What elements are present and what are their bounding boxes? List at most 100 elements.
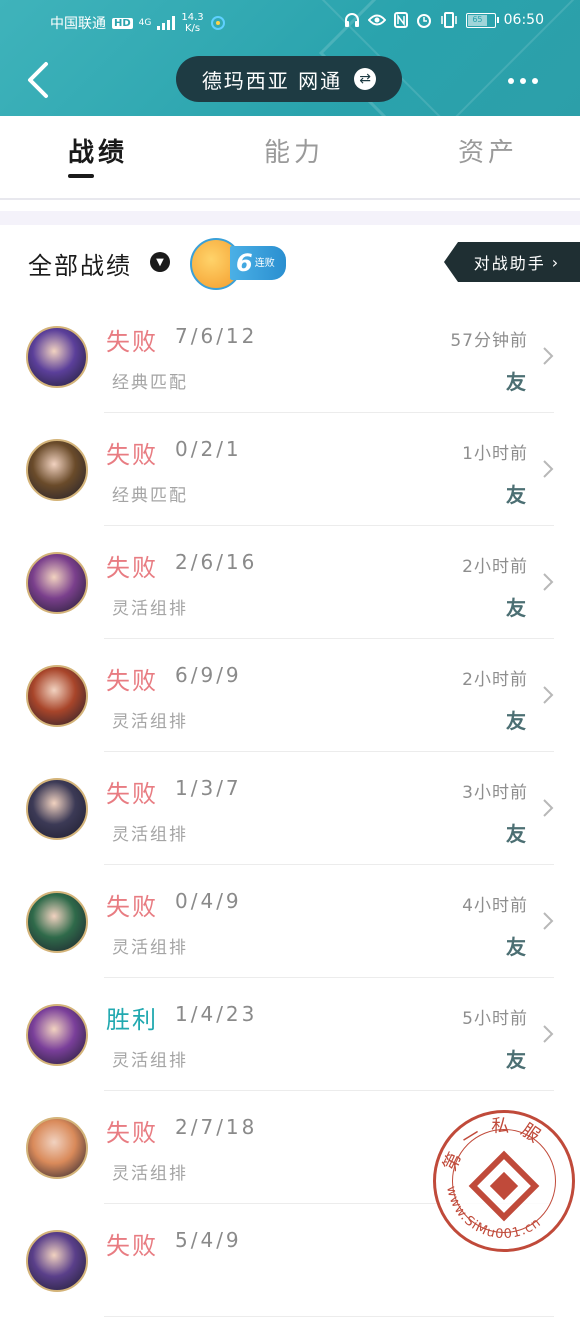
match-time: 5小时前 xyxy=(462,1009,528,1029)
battle-assistant-label: 对战助手 xyxy=(473,254,546,273)
match-kda: 5/4/9 xyxy=(175,1228,242,1252)
match-time: 3小时前 xyxy=(462,783,528,803)
match-row[interactable]: 失败 0/4/9 灵活组排 4小时前 友 xyxy=(0,865,580,978)
headset-icon xyxy=(344,13,359,27)
streak-tag: 6 连败 xyxy=(230,246,286,280)
back-arrow-icon[interactable] xyxy=(24,60,54,100)
tab-bar: 战绩 能力 资产 xyxy=(0,116,580,200)
net-speed: 14.3 K/s xyxy=(181,12,203,34)
champion-avatar xyxy=(26,891,88,953)
friend-tag: 友 xyxy=(506,935,526,959)
match-result: 失败 xyxy=(106,1232,158,1260)
match-kda: 7/6/12 xyxy=(175,324,258,348)
match-result: 失败 xyxy=(106,441,158,469)
friend-tag: 友 xyxy=(506,370,526,394)
tab-assets[interactable]: 资产 xyxy=(458,132,518,169)
match-time: 2小时前 xyxy=(462,670,528,690)
champion-avatar xyxy=(26,326,88,388)
watermark-stamp: 第一私服 www.SiMu001.cn xyxy=(433,1110,575,1252)
swap-icon: ⇄ xyxy=(354,68,377,90)
eye-icon xyxy=(367,14,386,26)
match-time: 2小时前 xyxy=(462,557,528,577)
chevron-right-icon xyxy=(543,573,554,591)
friend-tag: 友 xyxy=(506,596,526,620)
match-result: 失败 xyxy=(106,328,158,356)
match-row[interactable]: 失败 1/3/7 灵活组排 3小时前 友 xyxy=(0,752,580,865)
champion-avatar xyxy=(26,552,88,614)
champion-avatar xyxy=(26,1117,88,1179)
match-mode: 灵活组排 xyxy=(112,825,188,845)
filter-row: 全部战绩 ▼ 6 连败 对战助手 › xyxy=(0,226,580,300)
match-result: 失败 xyxy=(106,1119,158,1147)
match-result: 失败 xyxy=(106,554,158,582)
hd-badge: HD xyxy=(112,17,133,29)
app-notification-icon xyxy=(210,16,225,30)
match-row[interactable]: 失败 2/6/16 灵活组排 2小时前 友 xyxy=(0,526,580,639)
network-label: 4G xyxy=(138,18,152,28)
match-kda: 0/2/1 xyxy=(175,437,242,461)
match-result: 失败 xyxy=(106,893,158,921)
battery-level: 65 xyxy=(467,14,488,26)
tab-active-indicator xyxy=(68,174,94,178)
champion-avatar xyxy=(26,439,88,501)
match-row[interactable]: 胜利 1/4/23 灵活组排 5小时前 友 xyxy=(0,978,580,1091)
streak-badge: 6 连败 xyxy=(190,238,290,290)
match-row[interactable]: 失败 6/9/9 灵活组排 2小时前 友 xyxy=(0,639,580,752)
match-mode: 灵活组排 xyxy=(112,938,188,958)
filter-dropdown[interactable]: 全部战绩 xyxy=(28,246,132,281)
match-time: 1小时前 xyxy=(462,444,528,464)
section-divider xyxy=(0,211,580,225)
champion-avatar xyxy=(26,665,88,727)
net-speed-value: 14.3 xyxy=(181,12,204,23)
net-speed-unit: K/s xyxy=(184,23,201,34)
chevron-right-icon xyxy=(543,460,554,478)
match-time: 4小时前 xyxy=(462,896,528,916)
friend-tag: 友 xyxy=(506,822,526,846)
match-result: 失败 xyxy=(106,780,158,808)
chevron-right-icon: › xyxy=(551,252,561,272)
match-mode: 经典匹配 xyxy=(112,373,188,393)
tab-record[interactable]: 战绩 xyxy=(68,132,128,169)
match-mode: 灵活组排 xyxy=(112,712,188,732)
tab-ability[interactable]: 能力 xyxy=(264,132,324,169)
chevron-right-icon xyxy=(543,347,554,365)
match-result: 失败 xyxy=(106,667,158,695)
friend-tag: 友 xyxy=(506,483,526,507)
match-mode: 经典匹配 xyxy=(112,486,188,506)
battle-assistant-button[interactable]: 对战助手 › xyxy=(444,242,580,282)
champion-avatar xyxy=(26,1004,88,1066)
clock: 06:50 xyxy=(503,12,544,28)
match-kda: 0/4/9 xyxy=(175,889,242,913)
chevron-right-icon xyxy=(543,799,554,817)
status-bar: 中国联通 HD 4G 14.3 K/s 65 06:50 xyxy=(0,0,580,42)
champion-avatar xyxy=(26,1230,88,1292)
server-name: 德玛西亚 网通 xyxy=(201,68,343,93)
match-kda: 1/4/23 xyxy=(175,1002,258,1026)
alarm-icon xyxy=(416,14,431,28)
friend-tag: 友 xyxy=(506,1048,526,1072)
match-row[interactable]: 失败 0/2/1 经典匹配 1小时前 友 xyxy=(0,413,580,526)
chevron-right-icon xyxy=(543,912,554,930)
vibrate-icon xyxy=(440,12,457,28)
nfc-icon xyxy=(393,12,408,28)
signal-icon xyxy=(157,16,176,30)
battery-icon: 65 xyxy=(465,12,499,28)
match-kda: 6/9/9 xyxy=(175,663,242,687)
match-kda: 2/6/16 xyxy=(175,550,258,574)
match-mode: 灵活组排 xyxy=(112,1051,188,1071)
match-kda: 1/3/7 xyxy=(175,776,242,800)
match-row[interactable]: 失败 7/6/12 经典匹配 57分钟前 友 xyxy=(0,300,580,413)
streak-number: 6 xyxy=(236,249,253,277)
server-selector[interactable]: 德玛西亚 网通 ⇄ xyxy=(176,56,402,102)
match-result: 胜利 xyxy=(106,1006,158,1034)
header-bar: 中国联通 HD 4G 14.3 K/s 65 06:50 德玛西亚 网通 ⇄ xyxy=(0,0,580,116)
match-kda: 2/7/18 xyxy=(175,1115,258,1139)
chevron-right-icon xyxy=(543,686,554,704)
watermark-logo: 第一私服 www.SiMu001.cn xyxy=(439,1116,543,1242)
chevron-down-icon[interactable]: ▼ xyxy=(150,252,170,272)
match-mode: 灵活组排 xyxy=(112,599,188,619)
streak-text: 连败 xyxy=(254,257,275,269)
chevron-right-icon xyxy=(543,1025,554,1043)
more-icon[interactable] xyxy=(508,66,544,96)
friend-tag: 友 xyxy=(506,709,526,733)
